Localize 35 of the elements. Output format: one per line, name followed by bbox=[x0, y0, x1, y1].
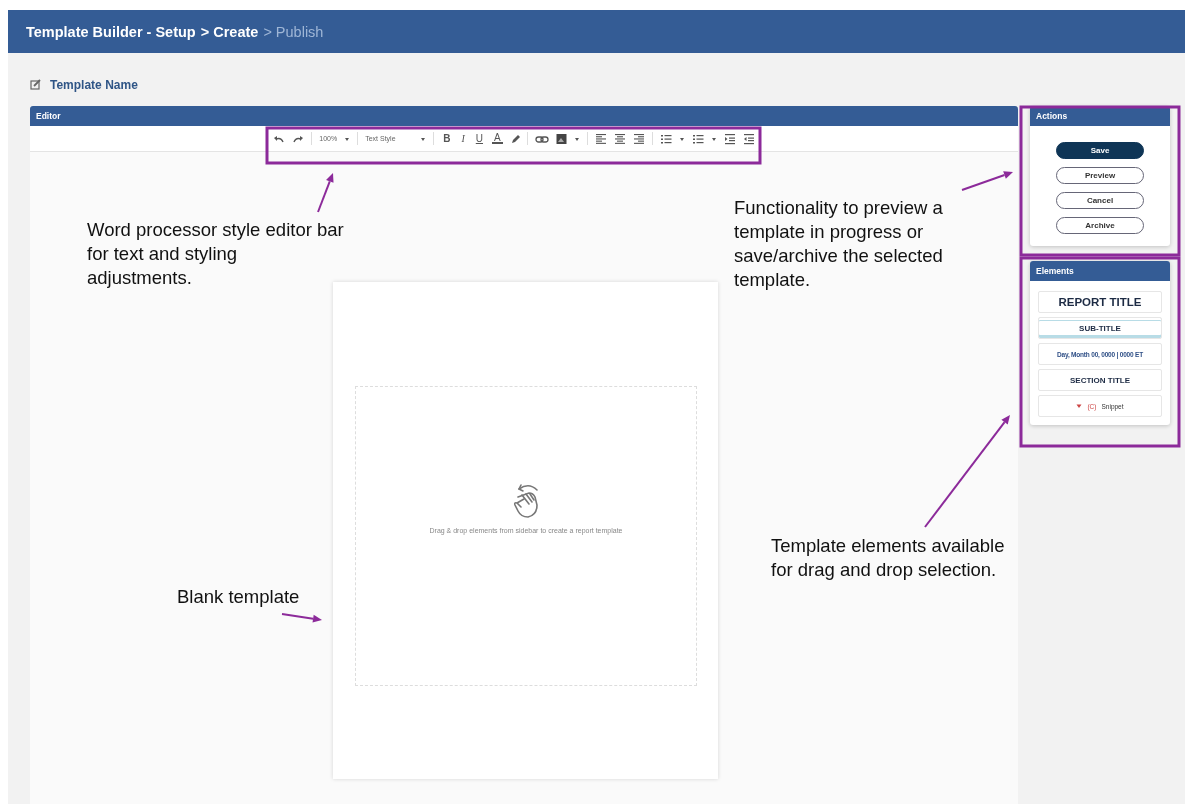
section-title-element[interactable]: SECTION TITLE bbox=[1038, 369, 1162, 391]
text-color-button[interactable]: A bbox=[492, 133, 503, 144]
save-button[interactable]: Save bbox=[1056, 142, 1144, 159]
annotation-text: Word processor style editor bar for text and styling adjustments. bbox=[87, 218, 345, 290]
align-left-icon[interactable] bbox=[594, 132, 607, 145]
panel-title: Actions bbox=[1036, 111, 1068, 121]
cancel-button[interactable]: Cancel bbox=[1056, 192, 1144, 209]
edit-icon bbox=[30, 79, 41, 90]
annotation-arrow bbox=[317, 173, 334, 213]
outdent-icon[interactable] bbox=[742, 132, 755, 145]
sub-title-element[interactable]: SUB-TITLE bbox=[1038, 317, 1162, 339]
caret-icon bbox=[1076, 403, 1083, 409]
archive-button[interactable]: Archive bbox=[1056, 217, 1144, 234]
annotation-arrow bbox=[961, 171, 1013, 191]
numbered-list-icon[interactable] bbox=[659, 132, 672, 145]
annotation-arrow bbox=[281, 613, 322, 623]
indent-icon[interactable] bbox=[723, 132, 736, 145]
bullet-list-icon[interactable] bbox=[691, 132, 704, 145]
align-center-icon[interactable] bbox=[613, 132, 626, 145]
annotation-text: Functionality to preview a template in progress or save/archive the selected template. bbox=[734, 196, 944, 292]
panel-title: Elements bbox=[1036, 266, 1074, 276]
preview-button[interactable]: Preview bbox=[1056, 167, 1144, 184]
report-title-element[interactable]: REPORT TITLE bbox=[1038, 291, 1162, 313]
bold-button[interactable]: B bbox=[441, 133, 453, 144]
align-right-icon[interactable] bbox=[632, 132, 645, 145]
underline-button[interactable]: U bbox=[473, 133, 485, 144]
template-name[interactable]: Template Name bbox=[50, 77, 138, 92]
image-icon[interactable] bbox=[555, 132, 567, 145]
italic-button[interactable]: I bbox=[459, 133, 467, 144]
panel-title: Editor bbox=[36, 111, 61, 121]
annotation-text: Blank template bbox=[177, 585, 301, 609]
annotation-text: Template elements available for drag and drop selection. bbox=[771, 534, 1006, 582]
highlighter-icon[interactable] bbox=[509, 132, 520, 145]
breadcrumb-step[interactable]: Template Builder - Setup bbox=[26, 23, 196, 40]
breadcrumb-step[interactable]: > Create bbox=[200, 23, 259, 40]
